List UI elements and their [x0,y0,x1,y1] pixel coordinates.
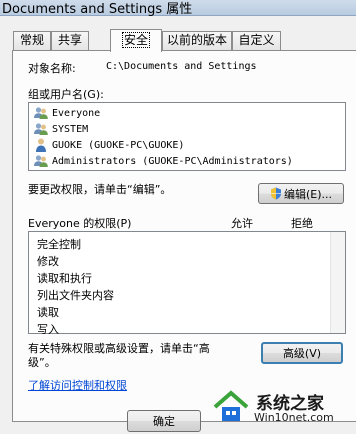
permissions-scrollbar[interactable] [330,232,345,333]
user-icon [36,138,46,152]
house-logo-icon [213,390,249,421]
user-item-guoke[interactable]: GUOKE (GUOKE-PC\GUOKE) [33,137,184,153]
user-item-label: GUOKE (GUOKE-PC\GUOKE) [52,139,185,151]
users-listbox[interactable]: Everyone SYSTEM GUOKE (GUOKE-PC\GUOKE) A… [28,102,346,171]
object-name-value: C:\Documents and Settings [106,61,257,72]
permission-item: 读取和执行 [37,272,92,285]
tab-sharing[interactable]: 共享 [51,31,89,50]
user-item-label: SYSTEM [52,123,89,135]
tab-general-label: 常规 [19,33,44,47]
permissions-label: Everyone 的权限(P) [28,217,132,230]
watermark: 系统之家 Win10net.com [212,381,356,434]
permission-item: 列出文件夹内容 [37,289,114,302]
tab-security[interactable]: 安全 [110,29,162,52]
ok-button[interactable]: 确定 [127,410,201,432]
tab-sharing-label: 共享 [57,33,82,47]
user-item-administrators[interactable]: Administrators (GUOKE-PC\Administrators) [33,153,293,169]
tab-customize-label: 自定义 [238,33,275,47]
learn-access-control-link[interactable]: 了解访问控制和权限 [28,377,127,393]
tab-security-label: 安全 [121,32,150,48]
permission-item: 修改 [37,255,59,268]
user-item-everyone[interactable]: Everyone [33,105,100,121]
ok-button-label: 确定 [153,415,175,428]
watermark-site: Win10net.com [254,411,334,424]
permission-item: 写入 [37,323,59,336]
user-item-system[interactable]: SYSTEM [33,121,88,137]
user-item-label: Everyone [52,107,101,119]
advanced-hint-line2: 级”。 [28,356,56,369]
permission-item: 读取 [37,306,59,319]
change-permissions-hint: 要更改权限，请单击“编辑”。 [28,183,172,196]
users-group-icon [34,107,48,119]
advanced-button-label: 高级(V) [282,347,322,360]
object-name-label: 对象名称: [28,62,76,75]
deny-column-header: 拒绝 [291,217,313,230]
allow-column-header: 允许 [231,217,253,230]
edit-button[interactable]: 编辑(E)... [258,183,344,204]
window-titlebar: Documents and Settings 属性 [0,0,356,17]
window-title: Documents and Settings 属性 [2,2,193,17]
tab-customize[interactable]: 自定义 [232,31,281,50]
shield-icon [270,187,281,200]
user-item-label: Administrators (GUOKE-PC\Administrators) [52,155,293,167]
edit-button-label: 编辑(E)... [283,187,333,201]
users-group-icon [34,155,48,167]
tab-general[interactable]: 常规 [13,31,51,50]
users-group-icon [34,123,48,135]
permission-item: 完全控制 [37,238,81,251]
tab-previous-versions[interactable]: 以前的版本 [162,31,232,50]
advanced-button[interactable]: 高级(V) [261,342,343,364]
security-panel: 对象名称: C:\Documents and Settings 组或用户名(G)… [12,50,356,422]
permissions-listbox[interactable]: 完全控制 修改 读取和执行 列出文件夹内容 读取 写入 [28,231,346,336]
tab-previous-versions-label: 以前的版本 [166,33,227,47]
groups-label: 组或用户名(G): [28,88,104,101]
